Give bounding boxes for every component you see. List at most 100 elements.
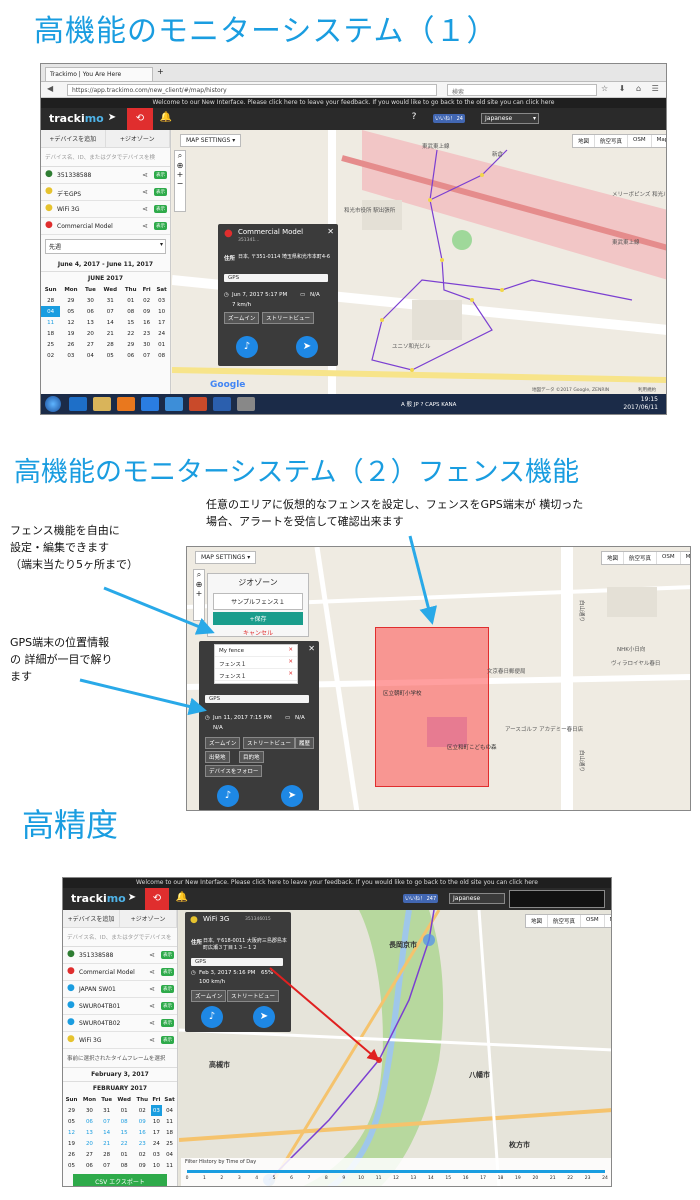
calendar-day[interactable]: 06 [80, 1116, 99, 1127]
save-button[interactable]: +保存 [213, 612, 303, 625]
street-view-button[interactable]: ストリートビュー [262, 312, 315, 324]
browser-tab[interactable]: Trackimo | You Are Here [45, 67, 153, 81]
calendar-day[interactable]: 14 [99, 1127, 115, 1138]
sound-icon[interactable]: ♪ [236, 336, 258, 358]
calendar-day[interactable]: 18 [162, 1127, 177, 1138]
timeframe-select[interactable]: 事前に選択されたタイムフレームを選択 [63, 1049, 177, 1068]
calendar-day[interactable]: 03 [151, 1149, 163, 1160]
destination-button[interactable]: 目的地 [239, 751, 264, 763]
show-button[interactable]: 表示 [161, 985, 174, 993]
calendar-day[interactable]: 17 [153, 317, 170, 328]
locate-icon[interactable]: ⊕ [194, 580, 204, 589]
cancel-button[interactable]: キャンセル [208, 627, 308, 637]
zoom-in-button[interactable]: ズームイン [205, 737, 241, 749]
new-tab-icon[interactable]: + [157, 67, 164, 76]
locate-icon[interactable]: ➤ [103, 112, 121, 123]
app-icon[interactable] [237, 397, 255, 411]
period-select[interactable]: 先週 ▾ [45, 239, 166, 254]
zoom-out-icon[interactable]: − [175, 179, 185, 188]
history-button[interactable]: 履歴 [295, 737, 315, 749]
map-type-option[interactable]: MapBox [652, 135, 666, 147]
browser-search-input[interactable]: 検索 [447, 84, 597, 96]
calendar-day[interactable]: 25 [41, 339, 60, 350]
calendar-day[interactable]: 15 [114, 1127, 133, 1138]
history-icon[interactable]: ⟲ [127, 108, 153, 130]
outlook-icon[interactable] [69, 397, 87, 411]
calendar-day[interactable]: 04 [82, 350, 100, 361]
calendar-day[interactable]: 11 [162, 1116, 177, 1127]
device-item[interactable]: ● 351338588 ⋖ 表示 [41, 167, 170, 184]
calendar-day[interactable]: 02 [134, 1149, 151, 1160]
feedback-notice[interactable]: Welcome to our New Interface. Please cli… [41, 98, 666, 108]
calendar-day[interactable]: 20 [82, 328, 100, 339]
calendar-day[interactable]: 10 [151, 1116, 163, 1127]
date-range[interactable]: June 4, 2017 - June 11, 2017 [41, 258, 170, 272]
navigate-icon[interactable]: ➤ [296, 336, 318, 358]
calendar-day[interactable]: 11 [162, 1160, 177, 1171]
word-icon[interactable] [213, 397, 231, 411]
calendar-day[interactable]: 06 [121, 350, 140, 361]
language-select[interactable]: Japanese ▾ [481, 113, 539, 124]
calendar-day[interactable]: 23 [140, 328, 153, 339]
calendar-day[interactable]: 29 [63, 1105, 80, 1116]
calendar-day[interactable]: 14 [99, 317, 121, 328]
ie-icon[interactable] [141, 397, 159, 411]
map-type-option[interactable]: 地図 [573, 135, 596, 147]
calendar-day[interactable]: 28 [41, 295, 60, 306]
device-item[interactable]: ● JAPAN SW01 ⋖ 表示 [63, 981, 177, 998]
facebook-like-button[interactable]: いいね！ 24 [433, 114, 465, 123]
show-button[interactable]: 表示 [161, 968, 174, 976]
calendar-day[interactable]: 15 [121, 317, 140, 328]
back-icon[interactable]: ◀ [47, 84, 53, 93]
calendar-day[interactable]: 29 [60, 295, 81, 306]
zoom-in-icon[interactable]: + [175, 170, 185, 179]
search-icon[interactable]: ⌕ [194, 570, 204, 580]
map-type-option[interactable]: 航空写真 [624, 552, 658, 564]
map-type-option[interactable]: 航空写真 [595, 135, 629, 147]
map-type-option[interactable]: OSM [628, 135, 652, 147]
slider-track[interactable] [187, 1170, 605, 1173]
calendar-day[interactable]: 08 [153, 350, 170, 361]
bell-icon[interactable]: 🔔 [157, 112, 175, 123]
calendar-day[interactable]: 13 [80, 1127, 99, 1138]
calendar-day[interactable]: 01 [153, 339, 170, 350]
departure-button[interactable]: 出発地 [205, 751, 230, 763]
language-select[interactable]: Japanese [449, 893, 505, 904]
facebook-like-button[interactable]: いいね！ 247 [403, 894, 439, 903]
device-item[interactable]: ● Commercial Model ⋖ 表示 [63, 964, 177, 981]
calendar-day[interactable]: 09 [134, 1116, 151, 1127]
map-type-option[interactable]: OSM [581, 915, 605, 927]
device-search-input[interactable]: デバイス名、ID、またはグタでデバイスを検 [41, 148, 170, 167]
calendar-day[interactable]: 07 [140, 350, 153, 361]
map-area[interactable]: 地図航空写真OSMMapBox 長岡京市 高槻市 八幡市 枚方市 ● WiFi … [179, 910, 611, 1186]
feedback-notice[interactable]: Welcome to our New Interface. Please cli… [63, 878, 611, 888]
zoom-in-icon[interactable]: + [194, 589, 204, 598]
calendar-day[interactable]: 05 [63, 1160, 80, 1171]
zoom-control[interactable]: ⌕ ⊕ + [193, 569, 205, 621]
navigate-icon[interactable]: ➤ [281, 785, 303, 807]
start-button[interactable] [45, 396, 61, 412]
street-view-button[interactable]: ストリートビュー [227, 990, 280, 1002]
calendar-day[interactable]: 30 [82, 295, 100, 306]
device-item[interactable]: ● Commercial Model ⋖ 表示 [41, 218, 170, 235]
calendar-day[interactable]: 06 [82, 306, 100, 317]
calendar-day[interactable]: 25 [162, 1138, 177, 1149]
bell-icon[interactable]: 🔔 [173, 892, 191, 903]
device-item[interactable]: ● 351338588 ⋖ 表示 [63, 947, 177, 964]
calendar-day[interactable]: 05 [63, 1116, 80, 1127]
map-settings-button[interactable]: MAP SETTINGS ▾ [180, 134, 242, 147]
device-search-input[interactable]: デバイス名、ID、またはタグでデバイスを [63, 928, 177, 947]
device-item[interactable]: ● WiFi 3G ⋖ 表示 [41, 201, 170, 218]
calendar-day[interactable]: 10 [151, 1160, 163, 1171]
share-icon[interactable]: ⋖ [149, 951, 155, 959]
calendar-day[interactable]: 08 [114, 1160, 133, 1171]
calendar-day[interactable]: 11 [41, 317, 60, 328]
locate-icon[interactable]: ⊕ [175, 161, 185, 170]
list-item[interactable]: フェンス１ ✕ [215, 669, 297, 681]
calendar-day[interactable]: 08 [114, 1116, 133, 1127]
calendar-day[interactable]: 09 [140, 306, 153, 317]
share-icon[interactable]: ⋖ [149, 985, 155, 993]
calendar-day[interactable]: 16 [140, 317, 153, 328]
calendar-day[interactable]: 12 [60, 317, 81, 328]
calendar-day[interactable]: 24 [151, 1138, 163, 1149]
